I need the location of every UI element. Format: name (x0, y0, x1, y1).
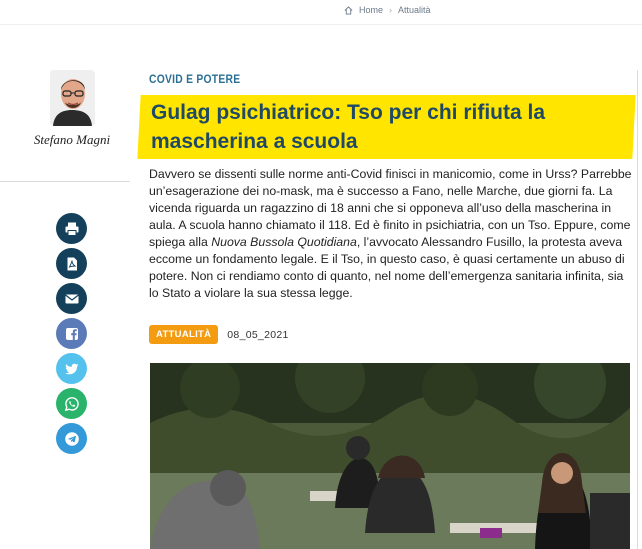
telegram-icon (64, 431, 79, 446)
breadcrumb-current[interactable]: Attualità (398, 5, 431, 15)
publish-date: 08_05_2021 (227, 328, 289, 341)
article-title: Gulag psichiatrico: Tso per chi rifiuta … (151, 101, 546, 153)
telegram-button[interactable] (56, 423, 87, 454)
header-divider (0, 24, 642, 25)
author-name[interactable]: Stefano Magni (0, 132, 144, 148)
twitter-icon (64, 363, 78, 374)
pdf-button[interactable] (56, 248, 87, 279)
article-photo[interactable] (150, 363, 630, 549)
print-button[interactable] (56, 213, 87, 244)
sidebar-divider (0, 181, 130, 182)
breadcrumb-home-link[interactable]: Home (359, 5, 383, 15)
title-highlight: Gulag psichiatrico: Tso per chi rifiuta … (137, 95, 636, 159)
print-icon (65, 222, 78, 236)
whatsapp-icon (64, 396, 79, 411)
avatar[interactable] (50, 70, 95, 126)
home-icon[interactable] (344, 5, 353, 15)
article-meta: ATTUALITÀ 08_05_2021 (149, 325, 289, 344)
article-lead: Davvero se dissenti sulle norme anti-Cov… (149, 166, 634, 302)
whatsapp-button[interactable] (56, 388, 87, 419)
facebook-button[interactable] (56, 318, 87, 349)
facebook-icon (65, 327, 78, 340)
breadcrumb: Home › Attualità (344, 5, 431, 15)
twitter-button[interactable] (56, 353, 87, 384)
category-tag[interactable]: ATTUALITÀ (149, 325, 219, 344)
content-right-border (637, 70, 638, 549)
article-category[interactable]: COVID E POTERE (149, 72, 240, 86)
breadcrumb-separator: › (389, 5, 393, 15)
email-button[interactable] (56, 283, 87, 314)
pdf-icon (67, 257, 77, 270)
share-bar (56, 213, 87, 458)
lead-source-name: Nuova Bussola Quotidiana (211, 235, 357, 249)
email-icon (64, 294, 79, 303)
